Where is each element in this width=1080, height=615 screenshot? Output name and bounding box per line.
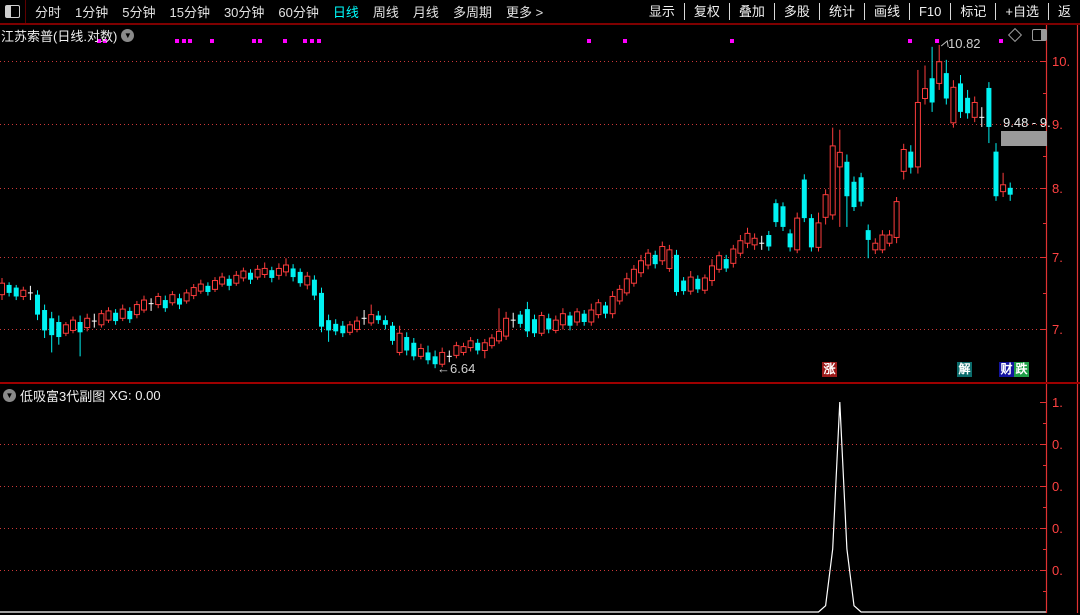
toolbar-button-+自选[interactable]: +自选: [995, 3, 1048, 20]
toolbar-button-标记[interactable]: 标记: [950, 3, 995, 20]
indicator-axis-label: 0.: [1052, 562, 1063, 578]
period-toolbar: 分时 1分钟 5分钟 15分钟 30分钟 60分钟 日线 周线 月线 多周期 更多 > 显示 复权 叠加…: [0, 0, 1080, 25]
indicator-axis-label: 0.: [1052, 436, 1063, 452]
indicator-value: XG: 0.00: [109, 388, 161, 403]
period-tab-多周期[interactable]: 多周期: [448, 2, 497, 21]
price-axis-label: 10.: [1052, 53, 1071, 69]
indicator-axis-label: 1.: [1052, 394, 1063, 410]
price-axis-label: 7.: [1052, 249, 1063, 265]
toolbar-button-叠加[interactable]: 叠加: [728, 3, 774, 20]
toolbar-button-显示[interactable]: 显示: [640, 3, 684, 20]
indicator-title: 低吸富3代副图: [20, 389, 106, 404]
period-tab-30分钟[interactable]: 30分钟: [219, 2, 269, 21]
candlestick-chart[interactable]: [0, 0, 1080, 615]
price-axis-label: 7.: [1052, 321, 1063, 337]
main-chart-header: 江苏索普(日线.对数) ▼: [1, 26, 135, 45]
period-tab-月线[interactable]: 月线: [408, 2, 444, 21]
period-tabs: 分时 1分钟 5分钟 15分钟 30分钟 60分钟 日线 周线 月线 多周期 更多 >: [26, 0, 548, 23]
period-tab-周线[interactable]: 周线: [368, 2, 404, 21]
signal-marker-财: 财: [999, 362, 1014, 377]
signal-marker-涨: 涨: [822, 362, 837, 377]
high-price-annotation: 10.82: [948, 36, 981, 51]
price-axis-label: 8.: [1052, 180, 1063, 196]
toolbar-button-统计[interactable]: 统计: [818, 3, 864, 20]
low-price-annotation: ←6.64: [437, 361, 476, 376]
sub-chart-header: ▼ 低吸富3代副图 XG: 0.00: [3, 386, 161, 405]
period-tab-1分钟[interactable]: 1分钟: [70, 2, 113, 21]
indicator-axis-label: 0.: [1052, 478, 1063, 494]
toolbar-button-F10[interactable]: F10: [908, 3, 950, 20]
period-tab-分时[interactable]: 分时: [30, 2, 66, 21]
period-tab-5分钟[interactable]: 5分钟: [117, 2, 160, 21]
window-split-icon[interactable]: [5, 5, 20, 18]
signal-marker-解: 解: [957, 362, 972, 377]
toolbar-button-返[interactable]: 返: [1047, 3, 1080, 20]
chevron-down-icon[interactable]: ▼: [121, 29, 135, 42]
panel-layout-icon[interactable]: [1032, 29, 1047, 41]
panel-divider[interactable]: [0, 382, 1080, 384]
indicator-axis-label: 0.: [1052, 520, 1063, 536]
period-tab-60分钟[interactable]: 60分钟: [273, 2, 323, 21]
chevron-down-icon[interactable]: ▼: [3, 389, 16, 402]
gap-marker-box: [1001, 131, 1047, 146]
gap-price-annotation: 9.48 - 9.: [1003, 115, 1051, 130]
stock-title: 江苏索普(日线.对数): [1, 29, 118, 44]
toolbar-button-复权[interactable]: 复权: [683, 3, 729, 20]
signal-marker-跌: 跌: [1014, 362, 1029, 377]
period-tab-15分钟[interactable]: 15分钟: [164, 2, 214, 21]
toolbar-actions: 显示 复权 叠加 多股 统计 画线 F10 标记 +自选返: [640, 0, 1080, 23]
price-axis-label: 9.: [1052, 116, 1063, 132]
period-tab-日线[interactable]: 日线: [328, 2, 364, 21]
toolbar-button-画线[interactable]: 画线: [863, 3, 909, 20]
period-tab-更多 >[interactable]: 更多 >: [501, 2, 548, 21]
trading-app-window: 分时 1分钟 5分钟 15分钟 30分钟 60分钟 日线 周线 月线 多周期 更多 > 显示 复权 叠加…: [0, 0, 1080, 615]
toolbar-button-多股[interactable]: 多股: [773, 3, 819, 20]
